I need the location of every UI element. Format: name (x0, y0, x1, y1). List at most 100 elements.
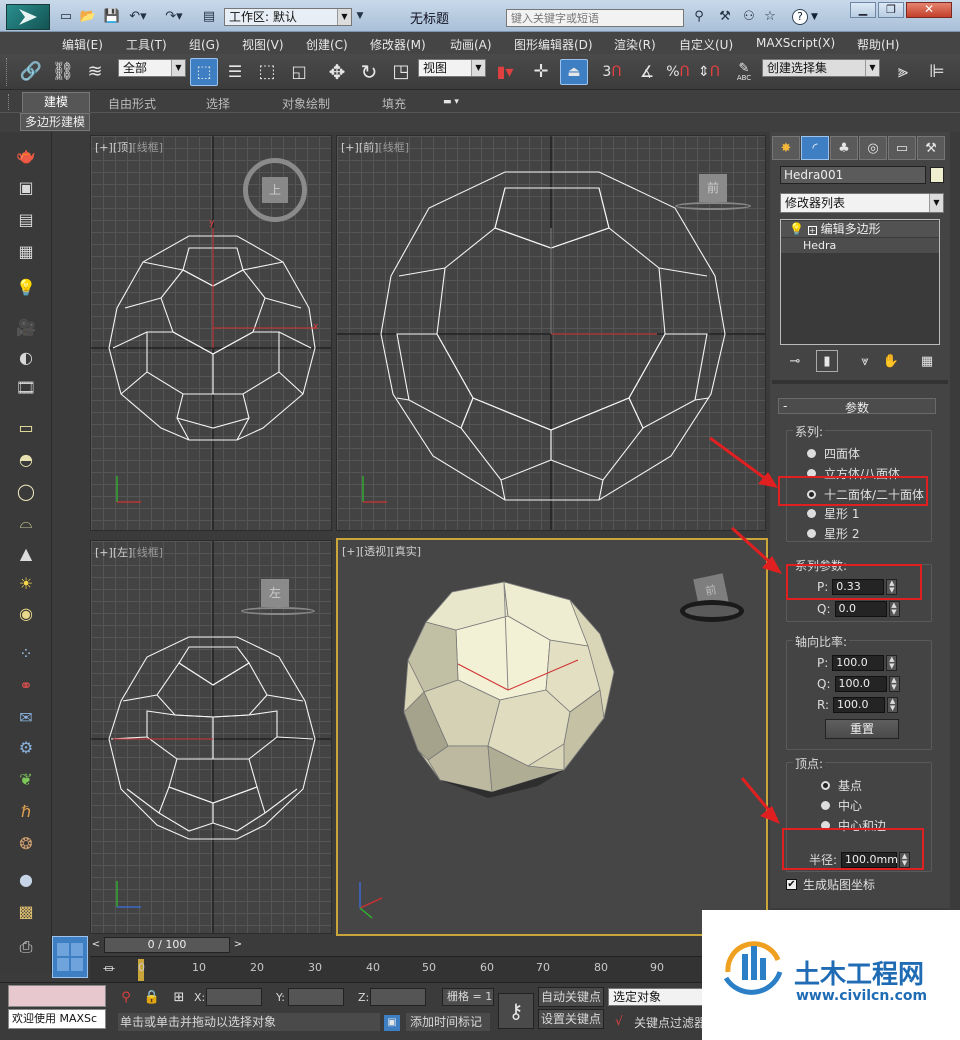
pin-stack-icon[interactable]: ⊸ (786, 352, 804, 370)
object-name-field[interactable]: Hedra001 (780, 166, 926, 184)
time-next-icon[interactable]: > (232, 938, 244, 952)
select-by-name-icon[interactable]: ☰ (222, 60, 248, 84)
cone-icon[interactable]: ▲ (12, 540, 40, 566)
scene-explorer-icon[interactable]: ▦ (12, 238, 40, 264)
material-editor-icon[interactable]: ▤ (12, 206, 40, 232)
stack-item-hedra[interactable]: Hedra (781, 238, 939, 253)
project-icon[interactable]: ▤ (200, 8, 218, 24)
molecule-icon[interactable]: ⚭ (12, 672, 40, 698)
geosphere-icon[interactable]: ⌓ (12, 510, 40, 536)
curve-editor-icon[interactable]: ⏛ (98, 959, 120, 979)
viewport-layout-button[interactable] (52, 936, 88, 978)
z-coord-field[interactable] (370, 988, 426, 1006)
set-key-icon[interactable]: ⚷ (498, 993, 534, 1029)
ball-icon[interactable]: ● (12, 866, 40, 892)
rollout-collapse-icon[interactable]: - (783, 399, 787, 413)
move-icon[interactable]: ✥ (324, 60, 350, 84)
binoculars-icon[interactable]: ⚲ (690, 8, 708, 24)
time-tag-icon[interactable]: ▣ (384, 1015, 400, 1031)
hierarchy-tab-icon[interactable]: ♣ (830, 136, 858, 160)
q-spinner[interactable]: Q: 0.0 ▲ ▼ (817, 601, 900, 617)
object-color-swatch[interactable] (930, 167, 944, 183)
axis-r-value[interactable]: 100.0 (833, 697, 886, 713)
axis-q-spinner[interactable]: Q: 100.0 ▲ ▼ (817, 676, 900, 692)
align-icon[interactable]: ⊫ (924, 60, 950, 84)
viewcube-face[interactable]: 左 (261, 579, 289, 607)
communication-center-icon[interactable]: ⚒ (716, 8, 734, 24)
time-slider[interactable]: 0 / 100 (104, 937, 230, 953)
menu-graph-editors[interactable]: 图形编辑器(D) (514, 36, 593, 53)
render-frame-icon[interactable]: ▣ (12, 174, 40, 200)
y-coord-field[interactable] (288, 988, 344, 1006)
spinner-snap-icon[interactable]: ⇕ ᑎ (696, 60, 722, 84)
axis-r-spinner[interactable]: R: 100.0 ▲ ▼ (817, 697, 899, 713)
expand-plus-icon[interactable]: + (807, 226, 817, 235)
teapot-icon[interactable]: 🫖 (12, 142, 40, 168)
new-file-icon[interactable]: ▭ (58, 8, 74, 24)
pivot-center-icon[interactable]: ▮▾ (492, 60, 518, 84)
display-tab-icon[interactable]: ▭ (888, 136, 916, 160)
envelope-icon[interactable]: ✉ (12, 704, 40, 730)
checker-icon[interactable]: ▩ (12, 898, 40, 924)
spinner-arrows-icon[interactable]: ▲ ▼ (888, 601, 900, 617)
viewcube-front[interactable]: 前 (673, 174, 753, 214)
app-logo[interactable] (6, 4, 50, 30)
edit-named-selection-icon[interactable]: ✎ ABC (732, 58, 756, 86)
auto-key-button[interactable]: 自动关键点 (538, 987, 604, 1007)
menu-edit[interactable]: 编辑(E) (62, 36, 103, 53)
viewcube-face[interactable]: 上 (262, 177, 288, 203)
remove-modifier-icon[interactable]: ✋ (882, 352, 900, 370)
tab-object-paint[interactable]: 对象绘制 (282, 95, 330, 112)
menu-tools[interactable]: 工具(T) (126, 36, 167, 53)
snaps-toggle-icon[interactable]: 3ᑎ (598, 60, 626, 84)
window-crossing-icon[interactable]: ◱ (286, 60, 312, 84)
battery-icon[interactable]: ⎙ (12, 934, 40, 960)
tab-freeform[interactable]: 自由形式 (108, 95, 156, 112)
stack-item-edit-poly[interactable]: 💡 + 编辑多边形 (781, 221, 939, 237)
viewport-top[interactable]: [+][顶][线框] x y 上 (90, 135, 332, 531)
ribbon-options-icon[interactable]: ▬ ▾ (438, 96, 464, 108)
axis-p-spinner[interactable]: P: 100.0 ▲ ▼ (817, 655, 898, 671)
select-manipulate-icon[interactable]: ✛ (528, 60, 554, 84)
redo-icon[interactable]: ↷▾ (164, 8, 184, 24)
subtab-polygon-modeling[interactable]: 多边形建模 (20, 113, 90, 131)
rect-selection-icon[interactable]: ⬚ (254, 60, 280, 84)
reset-button[interactable]: 重置 (825, 719, 899, 739)
viewcube-left[interactable]: 左 (241, 579, 317, 619)
tab-populate[interactable]: 填充 (382, 95, 406, 112)
menu-help[interactable]: 帮助(H) (857, 36, 899, 53)
selected-object-select[interactable]: 选定对象 (608, 988, 704, 1006)
minimize-button[interactable]: ▁ (850, 2, 876, 18)
axis-p-value[interactable]: 100.0 (832, 655, 885, 671)
show-end-result-icon[interactable]: ▮ (816, 350, 838, 372)
reference-coordinate-select[interactable]: 视图 ▼ (418, 59, 486, 77)
transform-mode-icon[interactable]: ⊞ (170, 989, 188, 1005)
menu-maxscript[interactable]: MAXScript(X) (756, 36, 835, 50)
sphere-icon[interactable]: ◯ (12, 478, 40, 504)
create-tab-icon[interactable]: ✸ (772, 136, 800, 160)
bind-space-warp-icon[interactable]: ≋ (82, 60, 108, 84)
workspace-select[interactable]: 工作区: 默认 ▼ (224, 8, 352, 26)
vertex-basepoint-radio[interactable]: 基点 (821, 777, 862, 794)
render-icon[interactable]: 🎞 (12, 374, 40, 400)
key-filter-icon[interactable]: √ (610, 1013, 628, 1029)
menu-animation[interactable]: 动画(A) (450, 36, 492, 53)
search-input[interactable]: 键入关键字或短语 (506, 9, 684, 27)
rotate-icon[interactable]: ↻ (356, 60, 382, 84)
maxscript-listener-pink[interactable] (8, 985, 106, 1007)
configure-sets-icon[interactable]: ▦ (918, 352, 936, 370)
favorites-star-icon[interactable]: ☆ (762, 8, 778, 24)
angle-snap-icon[interactable]: ∡ (634, 60, 660, 84)
shell-icon[interactable]: ❂ (12, 830, 40, 856)
modifier-list-select[interactable]: 修改器列表 ▼ (780, 193, 944, 213)
torus-icon[interactable]: ◉ (12, 600, 40, 626)
spinner-arrows-icon[interactable]: ▲ ▼ (887, 697, 899, 713)
viewport-left[interactable]: [+][左][线框] 左 (90, 540, 332, 934)
vertex-center-radio[interactable]: 中心 (821, 797, 862, 814)
render-setup-icon[interactable]: ◐ (12, 344, 40, 370)
particle-icon[interactable]: ⁘ (12, 640, 40, 666)
axis-q-value[interactable]: 100.0 (834, 676, 887, 692)
percent-snap-icon[interactable]: % ᑎ (664, 60, 692, 84)
menu-views[interactable]: 视图(V) (242, 36, 284, 53)
keyboard-shortcut-override-button[interactable]: ⏏ (560, 59, 588, 85)
